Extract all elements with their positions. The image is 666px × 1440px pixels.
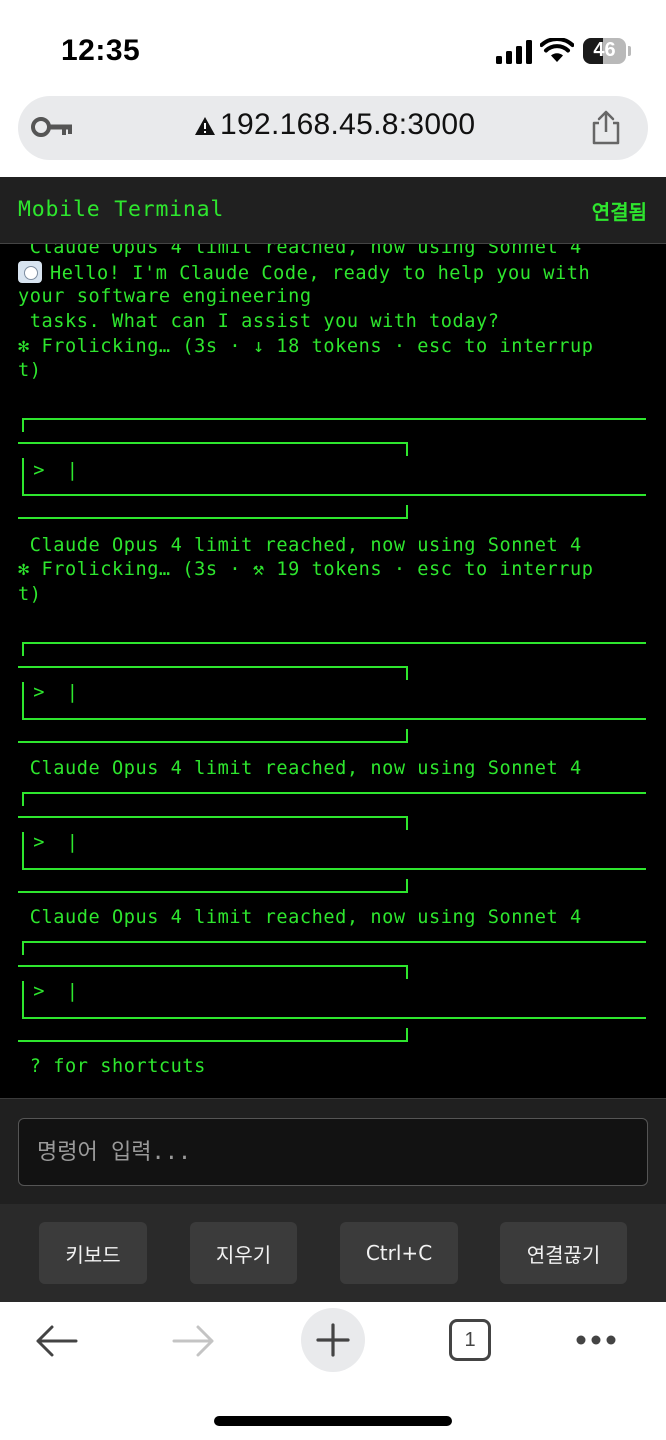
status-bar: 12:35 46 [0, 0, 666, 96]
terminal-status-line: ✻ Frolicking… (3s · ⚒ 19 tokens · esc to… [18, 559, 594, 580]
home-indicator [214, 1416, 452, 1426]
battery-icon: 46 [583, 38, 631, 64]
keyboard-button[interactable]: 키보드 [39, 1222, 147, 1284]
command-input[interactable] [18, 1118, 648, 1186]
terminal-output[interactable]: Claude Opus 4 limit reached, now using S… [0, 244, 666, 1098]
status-time: 12:35 [61, 34, 141, 67]
disconnect-button[interactable]: 연결끊기 [500, 1222, 627, 1284]
wifi-icon [540, 38, 574, 62]
back-icon[interactable] [34, 1322, 78, 1360]
forward-icon[interactable] [172, 1322, 216, 1360]
new-tab-icon[interactable] [301, 1308, 365, 1372]
address-bar[interactable]: 192.168.45.8:3000 [18, 96, 648, 160]
more-icon[interactable] [575, 1334, 617, 1346]
terminal-line: Claude Opus 4 limit reached, now using S… [18, 758, 582, 779]
command-input-area [0, 1098, 666, 1204]
tab-count: 1 [464, 1328, 476, 1351]
tabs-icon[interactable]: 1 [449, 1319, 491, 1361]
prompt-caret: > | [22, 981, 78, 1002]
prompt-caret: > | [22, 460, 78, 481]
shortcuts-hint: ? for shortcuts [18, 1056, 206, 1077]
connection-status-badge: 연결됨 [591, 200, 647, 224]
warning-icon [195, 117, 215, 135]
terminal-line: Claude Opus 4 limit reached, now using S… [18, 244, 582, 258]
terminal-line: Claude Opus 4 limit reached, now using S… [18, 907, 582, 928]
terminal-line: your software engineering [18, 286, 312, 307]
robot-icon [18, 261, 42, 283]
terminal-line: tasks. What can I assist you with today? [18, 311, 500, 332]
share-icon[interactable] [590, 110, 622, 146]
terminal-line: t) [18, 584, 42, 605]
terminal-line: Hello! I'm Claude Code, ready to help yo… [18, 261, 658, 286]
terminal-line: t) [18, 360, 42, 381]
browser-toolbar: 1 [0, 1302, 666, 1440]
terminal-line: Claude Opus 4 limit reached, now using S… [18, 535, 582, 556]
cellular-signal-icon [496, 40, 532, 64]
prompt-caret: > | [22, 682, 78, 703]
prompt-caret: > | [22, 832, 78, 853]
app-header: Mobile Terminal 연결됨 [0, 177, 666, 244]
terminal-status-line: ✻ Frolicking… (3s · ↓ 18 tokens · esc to… [18, 336, 594, 357]
clear-button[interactable]: 지우기 [190, 1222, 297, 1284]
control-buttons: 키보드 지우기 Ctrl+C 연결끊기 [0, 1204, 666, 1302]
ctrl-c-button[interactable]: Ctrl+C [340, 1222, 458, 1284]
key-icon[interactable] [30, 114, 74, 140]
battery-level: 46 [593, 39, 616, 61]
app-title: Mobile Terminal [18, 197, 225, 222]
url-text[interactable]: 192.168.45.8:3000 [220, 108, 475, 142]
